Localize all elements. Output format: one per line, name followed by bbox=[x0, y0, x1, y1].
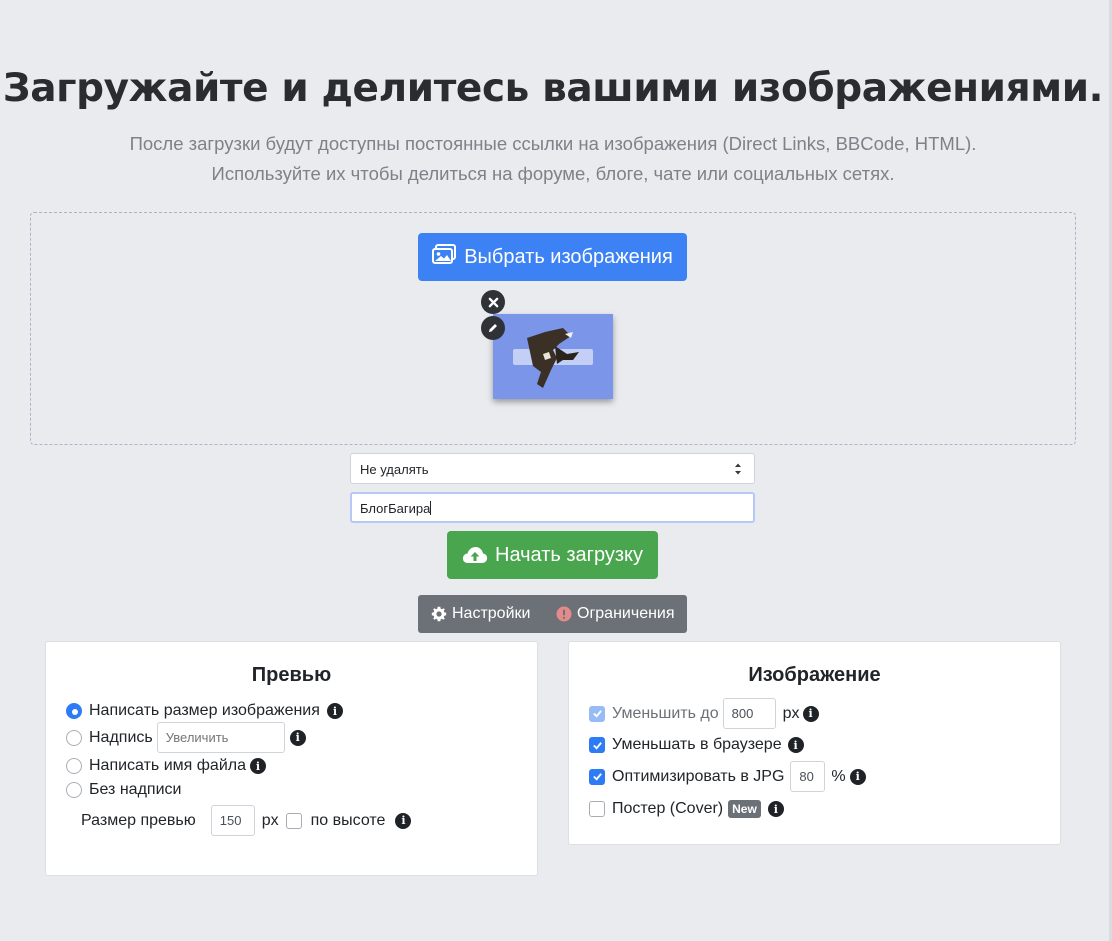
preview-option-size[interactable]: Написать размер изображения i bbox=[66, 702, 343, 720]
text-input-value: БлогБагира bbox=[360, 501, 431, 516]
tab-limits[interactable]: Ограничения bbox=[547, 595, 675, 633]
tab-settings[interactable]: Настройки bbox=[418, 595, 547, 633]
resize-label: Уменьшить до bbox=[612, 704, 719, 722]
uploaded-image-thumbnail[interactable] bbox=[493, 314, 613, 399]
poster-row: Постер (Cover) New i bbox=[589, 800, 784, 818]
expiry-select[interactable]: Не удалять bbox=[350, 453, 755, 484]
preview-option-size-label: Написать размер изображения bbox=[89, 702, 320, 719]
choose-images-label: Выбрать изображения bbox=[464, 245, 673, 268]
checkmark-icon bbox=[592, 773, 602, 781]
preview-option-caption[interactable]: Надпись i bbox=[66, 722, 306, 753]
poster-label: Постер (Cover) bbox=[612, 800, 724, 817]
text-caret bbox=[430, 501, 432, 515]
radio-size[interactable] bbox=[66, 703, 82, 719]
optimize-label: Оптимизировать в JPG bbox=[612, 767, 785, 785]
poster-checkbox[interactable] bbox=[589, 801, 605, 817]
browser-resize-label: Уменьшать в браузере bbox=[612, 736, 782, 753]
preview-size-input[interactable] bbox=[210, 805, 255, 836]
preview-option-caption-label: Надпись bbox=[89, 728, 153, 746]
select-arrows-icon bbox=[735, 463, 741, 475]
optimize-row: Оптимизировать в JPG % i bbox=[589, 761, 866, 792]
preview-card-title: Превью bbox=[251, 664, 332, 686]
start-upload-button[interactable]: Начать загрузку bbox=[447, 531, 658, 579]
preview-option-filename-label: Написать имя файла bbox=[89, 757, 246, 774]
gear-icon bbox=[431, 606, 447, 622]
start-upload-label: Начать загрузку bbox=[495, 543, 643, 566]
page-subtitle-line2: Используйте их чтобы делиться на форуме,… bbox=[211, 163, 895, 184]
optimize-input[interactable] bbox=[790, 761, 826, 792]
checkmark-icon bbox=[592, 710, 602, 718]
cloud-upload-icon bbox=[462, 547, 488, 563]
by-height-checkbox[interactable] bbox=[285, 812, 302, 829]
info-icon[interactable]: i bbox=[326, 703, 343, 719]
optimize-checkbox[interactable] bbox=[589, 768, 605, 785]
close-icon bbox=[488, 297, 498, 307]
new-badge: New bbox=[728, 800, 761, 818]
resize-row: Уменьшить до px i bbox=[589, 698, 819, 729]
resize-unit: px bbox=[782, 704, 800, 722]
info-icon[interactable]: i bbox=[250, 758, 266, 774]
info-icon[interactable]: i bbox=[395, 812, 412, 829]
edit-image-button[interactable] bbox=[481, 316, 505, 340]
browser-resize-checkbox[interactable] bbox=[589, 737, 605, 753]
exclamation-circle-icon bbox=[556, 606, 572, 622]
page-subtitle-line1: После загрузки будут доступны постоянные… bbox=[129, 133, 977, 154]
info-icon[interactable]: i bbox=[802, 705, 819, 722]
preview-option-none[interactable]: Без надписи bbox=[66, 781, 181, 799]
preview-option-filename[interactable]: Написать имя файла i bbox=[66, 757, 266, 775]
tab-settings-label: Настройки bbox=[452, 605, 531, 622]
image-card-title: Изображение bbox=[748, 664, 881, 686]
tab-limits-label: Ограничения bbox=[577, 605, 675, 622]
preview-size-label: Размер превью bbox=[81, 811, 196, 829]
page-title: Загружайте и делитесь вашими изображения… bbox=[2, 66, 1104, 111]
image-settings-card: Изображение Уменьшить до px i Уменьшать … bbox=[568, 641, 1061, 845]
radio-caption[interactable] bbox=[66, 729, 82, 746]
eagle-image bbox=[527, 328, 579, 388]
info-icon[interactable]: i bbox=[289, 729, 306, 746]
caption-input[interactable] bbox=[156, 722, 285, 753]
choose-images-button[interactable]: Выбрать изображения bbox=[418, 233, 687, 281]
expiry-select-value: Не удалять bbox=[360, 462, 429, 477]
info-icon[interactable]: i bbox=[849, 768, 866, 785]
checkmark-icon bbox=[592, 741, 602, 750]
resize-checkbox[interactable] bbox=[589, 705, 605, 722]
radio-none[interactable] bbox=[66, 782, 82, 798]
preview-settings-card: Превью Написать размер изображения i Над… bbox=[45, 641, 538, 876]
images-icon bbox=[432, 244, 457, 270]
text-input[interactable]: БлогБагира bbox=[350, 492, 755, 523]
info-icon[interactable]: i bbox=[767, 801, 784, 817]
preview-size-unit: px bbox=[261, 811, 279, 829]
optimize-unit: % bbox=[831, 767, 846, 785]
resize-input[interactable] bbox=[722, 698, 776, 729]
pencil-icon bbox=[489, 324, 497, 332]
browser-resize-row: Уменьшать в браузере i bbox=[589, 736, 804, 754]
preview-option-none-label: Без надписи bbox=[89, 781, 182, 798]
info-icon[interactable]: i bbox=[787, 737, 804, 753]
options-tabs: Настройки Ограничения bbox=[418, 595, 687, 633]
by-height-label: по высоте bbox=[310, 811, 386, 829]
radio-filename[interactable] bbox=[66, 758, 82, 774]
preview-size-row: Размер превью px по высоте i bbox=[81, 805, 412, 836]
remove-image-button[interactable] bbox=[481, 290, 505, 314]
